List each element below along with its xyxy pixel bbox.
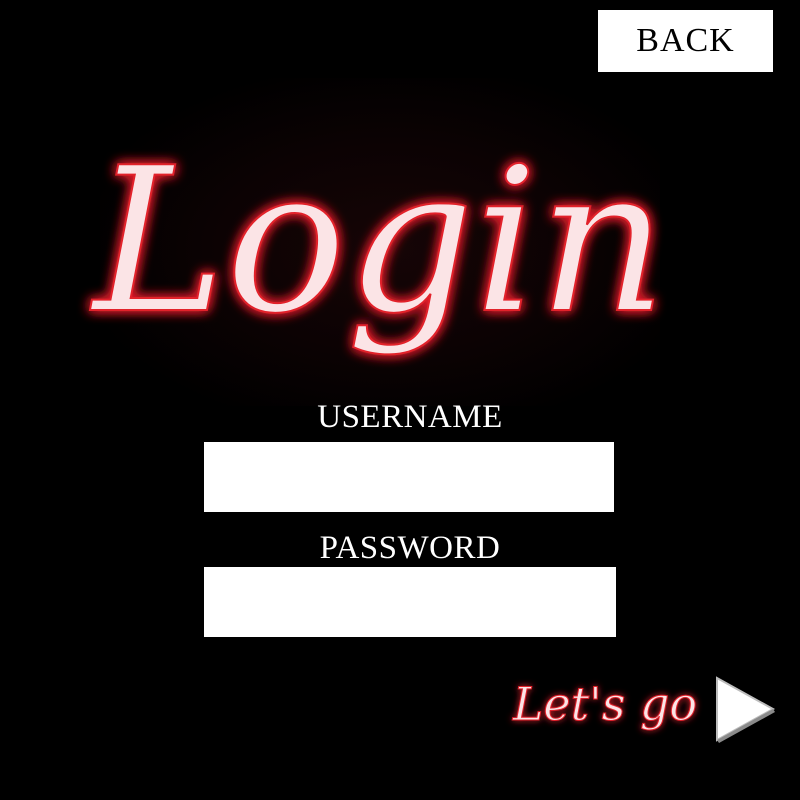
password-label: PASSWORD <box>319 530 501 566</box>
password-input[interactable] <box>204 567 616 637</box>
login-title: Login <box>89 125 667 358</box>
login-logo-graphic: Login <box>88 124 668 359</box>
play-arrow-icon[interactable] <box>713 674 777 744</box>
username-input[interactable] <box>204 442 614 512</box>
login-logo: Login <box>88 78 668 406</box>
back-button[interactable]: BACK <box>598 10 773 72</box>
username-label: USERNAME <box>317 399 503 435</box>
lets-go-text: Let's go <box>512 677 697 731</box>
lets-go-label[interactable]: Let's go <box>500 664 710 744</box>
